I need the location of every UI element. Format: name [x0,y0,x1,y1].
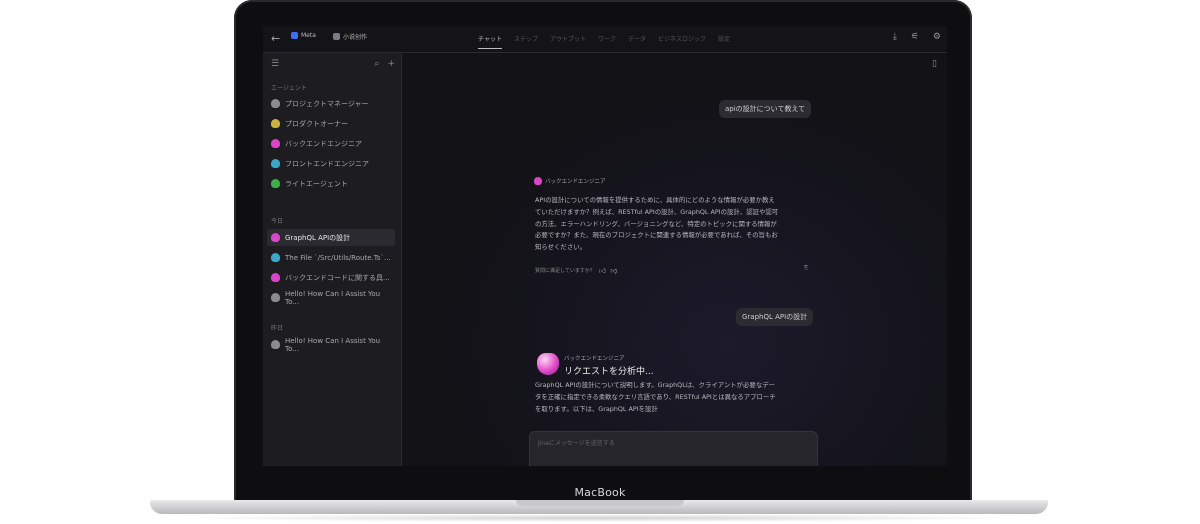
expand-icon[interactable]: ▯ [932,59,937,69]
agent-avatar-icon [271,253,280,262]
workspace-chip-label: 小说创作 [343,34,368,41]
tab-business-logic[interactable]: ビジネスロジック [658,34,706,49]
copy-icon[interactable]: ⎘ [804,265,808,271]
agent-message-line: 必要ですか？また、現在のプロジェクトに関連する情報が必要であれば、その旨もお [535,231,778,240]
thumbs-up-icon[interactable]: 👍︎ [599,266,606,275]
workspace-chip-project[interactable]: 小说创作 [333,32,367,41]
conversation-label: Hello! How Can I Assist You To... [285,336,381,353]
project-logo-icon [333,33,340,40]
gear-icon[interactable]: ⚙ [933,32,941,42]
agent-message: APIの設計についての情報を提供するために、具体的にどのような情報が必要か教え … [535,195,778,254]
sidebar-item-light-agent[interactable]: ライトエージェント [267,175,395,192]
tab-work[interactable]: ワーク [598,34,616,49]
agent-avatar-icon [271,139,280,148]
agent-message-line: 知らせください。 [535,243,586,252]
agent-name: バックエンドエンジニア [564,356,625,362]
backend-agent-icon [534,177,542,185]
sidebar-header: ☰ ⌕ + [271,59,395,71]
agent-name: バックエンドエンジニア [545,179,606,185]
user-message: apiの設計について教えて [719,100,812,118]
sidebar-item-label: プロダクトオーナー [285,119,348,128]
top-icons: ⤓ ⚟ ⚙ [893,32,941,42]
today-section-title: 今日 [271,218,284,225]
laptop-base-notch [516,500,684,506]
tab-steps[interactable]: ステップ [514,34,538,49]
conversation-label: The File `/Src/Utils/Route.Ts`... [285,253,391,262]
tab-data[interactable]: データ [628,34,646,49]
agent-message-line: ていただけますか？例えば、RESTful APIの設計、GraphQL APIの… [535,207,779,216]
yesterday-section-title: 昨日 [271,325,284,332]
meta-logo-icon [291,32,298,39]
agent-avatar-icon [271,293,280,302]
app-screen: ← Meta 小说创作 チャット ステップ アウトプット ワーク データ ビジネ… [263,26,947,466]
agent-message-line: を取ります。以下は、GraphQL APIを設計 [535,404,658,413]
sidebar-item-backend-engineer[interactable]: バックエンドエンジニア [267,135,395,152]
sliders-icon[interactable]: ⚟ [911,32,919,42]
conversation-item-route[interactable]: The File `/Src/Utils/Route.Ts`... [267,249,395,266]
sidebar-item-frontend-engineer[interactable]: フロントエンドエンジニア [267,155,395,172]
top-bar: ← Meta 小说创作 チャット ステップ アウトプット ワーク データ ビジネ… [263,26,947,53]
agent-avatar-icon [271,179,280,188]
agents-section-title: エージェント [271,85,307,92]
workspace-chip-meta[interactable]: Meta [291,32,316,39]
back-icon[interactable]: ← [271,32,280,45]
feedback-label: 質問に満足していますか？ [535,268,595,274]
tab-chat[interactable]: チャット [478,34,502,49]
agent-avatar-icon [271,340,280,349]
tab-settings[interactable]: 設定 [718,34,730,49]
sidebar-item-label: バックエンドエンジニア [285,139,362,148]
user-message: GraphQL APIの設計 [736,308,814,326]
agent-avatar-icon [271,273,280,282]
agent-message-streaming: GraphQL APIの設計について説明します。GraphQLは、クライアントが… [535,380,776,415]
conversation-item-hello[interactable]: Hello! How Can I Assist You To... [267,289,395,306]
sidebar-item-label: フロントエンドエンジニア [285,159,369,168]
laptop-shadow [170,514,1030,522]
search-icon[interactable]: ⌕ [374,59,379,69]
agent-avatar-icon [271,159,280,168]
backend-agent-avatar-icon [537,353,559,375]
thumbs-down-icon[interactable]: 👎︎ [610,266,617,275]
conversation-item-graphql[interactable]: GraphQL APIの設計 [267,229,395,246]
sidebar-item-label: プロジェクトマネージャー [285,99,369,108]
conversation-label: バックエンドコードに関する具... [285,273,390,282]
agent-header: バックエンドエンジニア [534,177,606,185]
workspace-chip-label: Meta [301,32,316,39]
sidebar-item-project-manager[interactable]: プロジェクトマネージャー [267,95,395,112]
tab-bar: チャット ステップ アウトプット ワーク データ ビジネスロジック 設定 [478,34,730,49]
conversation-item-hello-yesterday[interactable]: Hello! How Can I Assist You To... [267,336,395,353]
status-text: リクエストを分析中... [564,367,654,377]
agent-message-line: GraphQL APIの設計について説明します。GraphQLは、クライアントが… [535,381,775,389]
sidebar-item-product-owner[interactable]: プロダクトオーナー [267,115,395,132]
agent-avatar-icon [271,119,280,128]
sidebar-item-label: ライトエージェント [285,179,348,188]
download-icon[interactable]: ⤓ [893,32,897,42]
menu-icon[interactable]: ☰ [271,59,279,69]
composer-placeholder: Jinaにメッセージを送信する [538,440,615,447]
conversation-label: GraphQL APIの設計 [285,233,351,242]
agent-avatar-icon [271,99,280,108]
agent-avatar-icon [271,233,280,242]
chat-panel: ▯ apiの設計について教えて バックエンドエンジニア APIの設計についての情… [402,53,947,466]
message-composer[interactable]: Jinaにメッセージを送信する [529,431,818,466]
plus-icon[interactable]: + [387,59,395,69]
agent-message-line: の方法、エラーハンドリング、バージョニングなど、特定のトピックに関する情報が [535,219,777,228]
sidebar: ☰ ⌕ + エージェント プロジェクトマネージャー プロダクトオーナー バックエ… [263,53,402,466]
agent-message-line: APIの設計についての情報を提供するために、具体的にどのような情報が必要か教え [535,196,775,204]
conversation-item-backend-code[interactable]: バックエンドコードに関する具... [267,269,395,286]
agent-message-line: タを正確に指定できる柔軟なクエリ言語であり、RESTful APIとは異なるアプ… [535,392,776,401]
feedback-row: 質問に満足していますか？ 👍︎ 👎︎ [535,266,617,275]
brand-label: MacBook [574,486,626,499]
conversation-label: Hello! How Can I Assist You To... [285,289,381,306]
tab-output[interactable]: アウトプット [550,34,586,49]
